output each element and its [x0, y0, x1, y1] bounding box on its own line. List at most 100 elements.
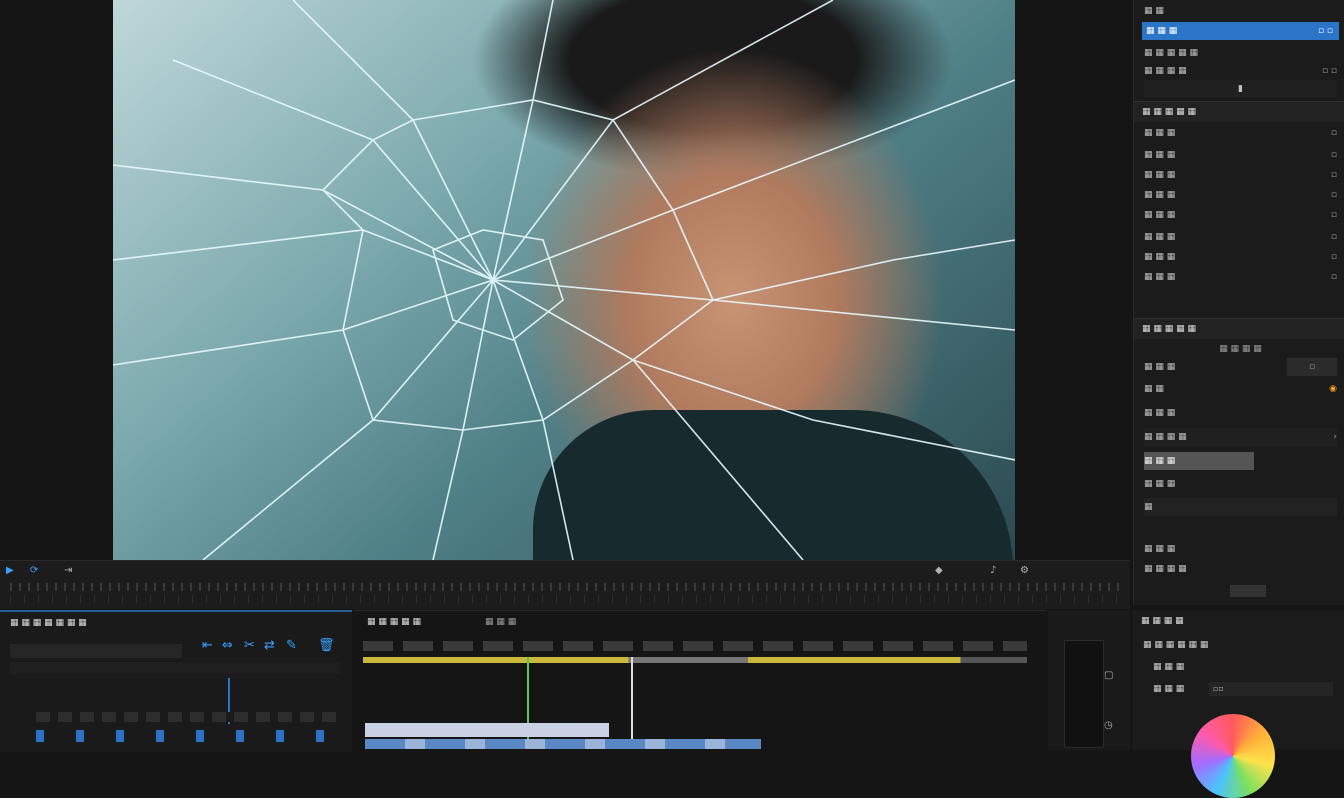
search-input[interactable] — [10, 644, 182, 658]
list-item[interactable] — [36, 730, 336, 742]
section-header[interactable]: ▦ ▦ ▦ ▦ ▦ — [1134, 101, 1344, 122]
video-clip[interactable] — [365, 723, 609, 737]
property-row[interactable]: ▦ ▦ ▦ ▫ — [1144, 206, 1337, 224]
level-meter — [1064, 640, 1104, 748]
row-label: ▦ ▦ ▦ ▦ — [1144, 66, 1187, 76]
row-label: ▦ ▦ ▦ — [1144, 210, 1176, 220]
keyframe-icon[interactable]: ◉ — [1329, 380, 1337, 398]
row-label: ▦ ▦ ▦ — [1144, 232, 1176, 242]
row-label: ▦ ▦ ▦ ▦ — [1144, 564, 1187, 574]
property-row-selected[interactable]: ▦ ▦ ▦ — [1144, 452, 1254, 470]
row-label: ▮ — [1238, 84, 1243, 94]
property-row[interactable]: ▦ ▦ ▦ ▫ — [1144, 228, 1337, 246]
row-value: ▫ ▫ — [1321, 66, 1337, 76]
color-wheel[interactable] — [1191, 714, 1275, 798]
property-row[interactable]: ▦ ▦ ▦ ▦ — [1144, 560, 1337, 578]
audio-icon[interactable]: ♪ — [990, 565, 996, 576]
property-row[interactable]: ▦ ▦ ▦ — [1144, 475, 1337, 493]
delete-icon[interactable]: 🗑 — [318, 638, 335, 653]
list-item[interactable] — [36, 712, 336, 722]
row-label: ▦ ▦ ▦ — [1144, 479, 1176, 489]
row-label: ▦ ▦ ▦ ▦ ▦ — [1144, 48, 1198, 58]
color-row[interactable]: ▦ ▦ ▦ — [1153, 662, 1184, 672]
row-label: ▦ ▦ — [1144, 6, 1164, 16]
pen-icon[interactable]: ✎ — [286, 638, 297, 653]
row-value: ▫ — [1330, 210, 1337, 220]
property-row[interactable]: ▦ ▦ ▦ ▫ — [1144, 124, 1337, 142]
timeline-panel: ▦ ▦ ▦ ▦ ▦ ▦ ▦ ▦ — [355, 610, 1045, 751]
chevron-icon[interactable]: › — [1333, 428, 1337, 446]
transport-bar: ▶ ⟳ ⇥ ◆ ♪ ⚙ — [0, 560, 1130, 609]
row-value: ▫ — [1330, 252, 1337, 262]
row-label: ▦ ▦ ▦ — [1144, 456, 1176, 466]
audio-clip[interactable] — [365, 739, 761, 749]
row-label: ▦ ▦ ▦ — [1144, 272, 1176, 282]
property-row[interactable]: ▦ ▦ ▦ ▫ — [1144, 248, 1337, 266]
value-field[interactable]: ▫▫ — [1209, 682, 1333, 696]
program-monitor — [0, 0, 1130, 560]
slip-icon[interactable]: ⇄ — [264, 638, 275, 653]
work-area-bar[interactable] — [363, 657, 1027, 663]
color-row[interactable]: ▦ ▦ ▦ — [1153, 684, 1184, 694]
panel-title: ▦ ▦ ▦ ▦ — [1141, 616, 1184, 626]
step-icon[interactable]: ⇥ — [64, 565, 72, 576]
inspector-row[interactable]: ▦ ▦ ▦ ▦ ▫ ▫ — [1144, 62, 1337, 80]
value-field[interactable]: ▫ — [1287, 358, 1337, 376]
row-value: ▫ — [1330, 190, 1337, 200]
action-button[interactable] — [1230, 585, 1266, 597]
row-label: ▦ ▦ ▦ — [1144, 252, 1176, 262]
row-value: ▫ — [1330, 272, 1337, 282]
timeline-tab[interactable]: ▦ ▦ ▦ ▦ ▦ — [367, 617, 421, 627]
section-header[interactable]: ▦ ▦ ▦ ▦ ▦ — [1134, 318, 1344, 339]
row-label: ▦ ▦ ▦ — [1144, 170, 1176, 180]
mute-icon[interactable]: ▢ — [1104, 670, 1113, 681]
row-value: ▫ — [1330, 128, 1337, 138]
property-row[interactable]: ▦ ▦ ▦ ▫ — [1144, 358, 1337, 376]
property-row[interactable]: ▦ ▦ ▦ ▫ — [1144, 186, 1337, 204]
inspector-row[interactable]: ▦ ▦ — [1144, 2, 1337, 20]
inspector-row[interactable]: ▦ ▦ ▦ ▦ ▦ — [1144, 44, 1337, 62]
property-row[interactable]: ▦ ▦ ◉ — [1144, 380, 1337, 398]
marker-icon[interactable]: ◆ — [935, 565, 943, 576]
cracked-glass-overlay — [113, 0, 1015, 560]
inspector-row[interactable]: ▮ — [1144, 80, 1337, 98]
clock-icon[interactable]: ◷ — [1104, 720, 1113, 731]
property-row[interactable]: ▦ ▦ ▦ — [1144, 404, 1337, 422]
project-panel: ▦ ▦ ▦ ▦ ▦ ▦ ▦ ⇤ ⇔ ✂ ⇄ ✎ 🗑 — [0, 610, 352, 752]
section-subtitle: ▦ ▦ ▦ ▦ — [1219, 344, 1262, 354]
audio-meters: ▢ ◷ — [1048, 610, 1130, 750]
color-panel: ▦ ▦ ▦ ▦ ▦ ▦ ▦ ▦ ▦ ▦ ▦ ▦ ▦ ▦ ▦ ▦ ▫▫ — [1133, 610, 1344, 798]
zoom-bar[interactable] — [10, 595, 1120, 603]
property-row[interactable]: ▦ ▦ ▦ ▫ — [1144, 268, 1337, 286]
row-value: ▫ — [1330, 150, 1337, 160]
row-label: ▦ ▦ — [1144, 384, 1164, 394]
property-row[interactable]: ▦ ▦ ▦ ▫ — [1144, 166, 1337, 184]
row-label: ▦ — [1144, 502, 1153, 512]
row-label: ▦ ▦ ▦ — [1144, 150, 1176, 160]
row-value: ▫ ▫ — [1317, 26, 1333, 36]
inspector-row-selected[interactable]: ▦ ▦ ▦ ▫ ▫ — [1142, 22, 1339, 40]
loop-icon[interactable]: ⟳ — [30, 565, 38, 576]
property-row[interactable]: ▦ ▦ ▦ ▫ — [1144, 146, 1337, 164]
color-row[interactable]: ▦ ▦ ▦ ▦ ▦ ▦ — [1143, 640, 1208, 650]
row-label: ▦ ▦ ▦ — [1144, 128, 1176, 138]
row-label: ▦ ▦ ▦ ▦ — [1144, 432, 1187, 442]
row-label: ▦ ▦ ▦ — [1144, 362, 1176, 372]
property-row[interactable]: ▦ ▦ ▦ — [1144, 540, 1337, 558]
timecode-ruler[interactable] — [363, 641, 1027, 651]
inspector-panel: ▦ ▦ ▦ ▦ ▦ ▫ ▫ ▦ ▦ ▦ ▦ ▦ ▦ ▦ ▦ ▦ ▫ ▫ ▮ ▦ ▦ … — [1133, 0, 1344, 605]
timeline-tab[interactable]: ▦ ▦ ▦ — [485, 617, 516, 627]
property-row[interactable]: ▦ — [1144, 498, 1337, 516]
in-marker[interactable] — [631, 657, 633, 747]
trim-icon[interactable]: ⇔ — [222, 638, 233, 653]
row-label: ▦ ▦ ▦ — [1144, 544, 1176, 554]
time-ruler[interactable] — [10, 583, 1120, 591]
razor-icon[interactable]: ✂ — [244, 638, 255, 653]
property-row[interactable]: ▦ ▦ ▦ ▦ › — [1144, 428, 1337, 446]
video-frame[interactable] — [113, 0, 1015, 560]
row-label: ▦ ▦ ▦ — [1144, 190, 1176, 200]
settings-icon[interactable]: ⚙ — [1020, 565, 1029, 576]
ripple-icon[interactable]: ⇤ — [202, 638, 213, 653]
play-icon[interactable]: ▶ — [6, 565, 14, 576]
row-label: ▦ ▦ ▦ — [1144, 408, 1176, 418]
